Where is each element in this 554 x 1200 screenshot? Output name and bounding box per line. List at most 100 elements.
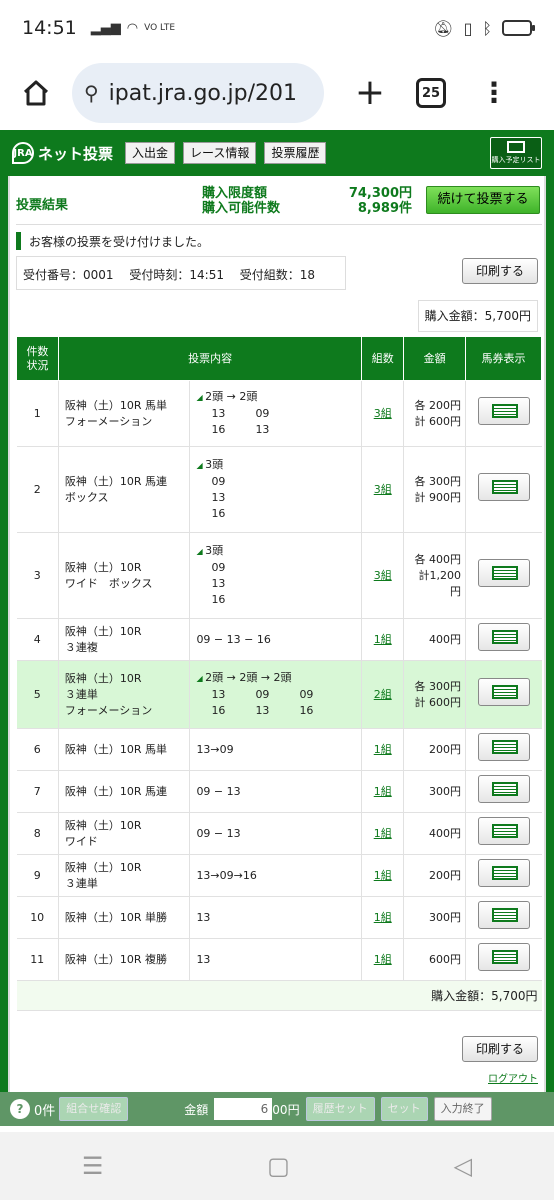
race-name: 阪神（土）10R 馬連 — [64, 784, 168, 798]
race-name: 阪神（土）10R — [64, 560, 142, 574]
dim-overlay — [0, 1092, 554, 1132]
table-row: 4 阪神（土）10R ３連複 09 − 13 − 16 1組 400円 — [16, 618, 542, 661]
col-num: 件数 状況 — [16, 336, 59, 381]
bet-horse-line: 16 13 — [196, 422, 357, 438]
print-button-top[interactable]: 印刷する — [462, 258, 538, 284]
kumi-link[interactable]: 1組 — [374, 633, 392, 646]
ticket-view-button[interactable] — [477, 733, 530, 761]
ticket-view-button[interactable] — [477, 943, 530, 971]
bet-horse-line: 09 — [196, 560, 357, 576]
ticket-view-button[interactable] — [477, 901, 530, 929]
horse-number: 16 — [211, 507, 226, 520]
table-header-row: 件数 状況 投票内容 組数 金額 馬券表示 — [16, 336, 542, 381]
bet-amount: 200円 — [429, 742, 462, 756]
site-settings-icon[interactable]: ⚲ — [84, 81, 99, 105]
race-cell: 阪神（土）10R 馬単 フォーメーション — [58, 380, 191, 447]
amount-cell: 400円 — [403, 812, 467, 855]
kumi-link[interactable]: 1組 — [374, 953, 392, 966]
continue-voting-button[interactable]: 続けて投票する — [426, 186, 540, 214]
row-number: 3 — [16, 532, 59, 619]
logout-link[interactable]: ログアウト — [488, 1070, 538, 1085]
kumi-link[interactable]: 1組 — [374, 911, 392, 924]
ticket-icon — [491, 824, 518, 838]
tab-switcher-button[interactable]: 25 — [416, 78, 446, 108]
ticket-icon — [491, 740, 518, 754]
kumi-link[interactable]: 2組 — [374, 688, 392, 701]
home-icon — [23, 80, 49, 106]
url-bar[interactable]: ⚲ ipat.jra.go.jp/201 — [72, 63, 324, 123]
print-button-bottom[interactable]: 印刷する — [462, 1036, 538, 1062]
bet-type: ３連複 — [64, 640, 98, 654]
nav-deposit-button[interactable]: 入出金 — [125, 142, 176, 164]
ticket-cell — [465, 660, 542, 729]
bet-amount: 300円 — [429, 784, 462, 798]
bet-horse-line: 13 09 09 — [196, 687, 357, 703]
count-label: 購入可能件数 — [202, 201, 281, 216]
horse-number: 09 — [299, 688, 314, 701]
bet-combination: 09 − 13 — [196, 784, 241, 798]
ticket-cell — [465, 812, 542, 855]
main-frame: 投票結果 購入限度額 購入可能件数 74,300円 8,989件 続けて投票する… — [8, 176, 546, 1101]
horse-number: 09 — [255, 688, 270, 701]
horse-number: 13 — [255, 423, 270, 436]
race-cell: 阪神（土）10R 馬連 — [58, 770, 191, 813]
more-menu-icon[interactable]: ⋮ — [480, 79, 508, 107]
horse-number: 13 — [255, 704, 270, 717]
content-cell: 09 − 13 — [189, 770, 363, 813]
content-cell: 13 — [189, 938, 363, 981]
content-cell: 3頭09 13 16 — [189, 446, 363, 533]
ticket-view-button[interactable] — [477, 397, 530, 425]
ticket-view-button[interactable] — [477, 559, 530, 587]
race-name: 阪神（土）10R 馬単 — [64, 398, 168, 412]
home-nav-icon[interactable]: ▢ — [267, 1152, 290, 1180]
content-cell: 2頭 → 2頭 → 2頭130909161316 — [189, 660, 363, 729]
bet-amount-total: 計 900円 — [414, 490, 462, 504]
race-name: 阪神（土）10R 馬連 — [64, 474, 168, 488]
status-time: 14:51 — [22, 17, 77, 39]
nav-race-info-button[interactable]: レース情報 — [183, 142, 257, 164]
nav-history-button[interactable]: 投票履歴 — [264, 142, 327, 164]
horse-number: 09 — [211, 475, 226, 488]
race-cell: 阪神（土）10R 馬単 — [58, 728, 191, 771]
bet-amount-total: 計 600円 — [414, 695, 462, 709]
new-tab-button[interactable]: + — [350, 75, 390, 111]
ticket-cell — [465, 896, 542, 939]
purchase-list-label: 購入予定リスト — [491, 156, 541, 164]
amount-cell: 200円 — [403, 854, 467, 897]
kumi-link[interactable]: 1組 — [374, 785, 392, 798]
ticket-view-button[interactable] — [477, 473, 530, 501]
ticket-view-button[interactable] — [477, 775, 530, 803]
bet-mode: 2頭 → 2頭 — [196, 389, 357, 406]
recents-icon[interactable]: ☰ — [82, 1152, 104, 1180]
limit-values: 74,300円 8,989件 — [316, 186, 412, 216]
home-button[interactable] — [14, 71, 58, 115]
table-row: 7 阪神（土）10R 馬連 09 − 13 1組 300円 — [16, 770, 542, 813]
kumi-link[interactable]: 1組 — [374, 869, 392, 882]
back-icon[interactable]: ◁ — [454, 1152, 472, 1180]
amount-cell: 200円 — [403, 728, 467, 771]
kumi-link[interactable]: 3組 — [374, 407, 392, 420]
horse-number: 13 — [211, 491, 226, 504]
kumi-cell: 3組 — [361, 380, 405, 447]
ticket-view-button[interactable] — [477, 678, 530, 706]
col-ticket: 馬券表示 — [465, 336, 542, 381]
ticket-view-button[interactable] — [477, 817, 530, 845]
bet-type: ボックス — [64, 490, 109, 504]
kumi-link[interactable]: 3組 — [374, 483, 392, 496]
bet-amount: 各 300円 — [414, 679, 462, 693]
ticket-view-button[interactable] — [477, 623, 530, 651]
amount-cell: 各 300円計 600円 — [403, 660, 467, 729]
content-cell: 13→09→16 — [189, 854, 363, 897]
result-title: 投票結果 — [16, 198, 69, 213]
bet-combination: 13→09 — [196, 742, 234, 756]
kumi-link[interactable]: 3組 — [374, 569, 392, 582]
col-kumi: 組数 — [361, 336, 405, 381]
bet-mode: 2頭 → 2頭 → 2頭 — [196, 670, 357, 687]
ticket-view-button[interactable] — [477, 859, 530, 887]
kumi-link[interactable]: 1組 — [374, 743, 392, 756]
bet-amount: 400円 — [429, 826, 462, 840]
result-header: 投票結果 購入限度額 購入可能件数 74,300円 8,989件 続けて投票する — [16, 184, 542, 220]
kumi-link[interactable]: 1組 — [374, 827, 392, 840]
notice-text: お客様の投票を受け付けました。 — [29, 234, 210, 249]
purchase-list-button[interactable]: 購入予定リスト — [490, 137, 542, 169]
